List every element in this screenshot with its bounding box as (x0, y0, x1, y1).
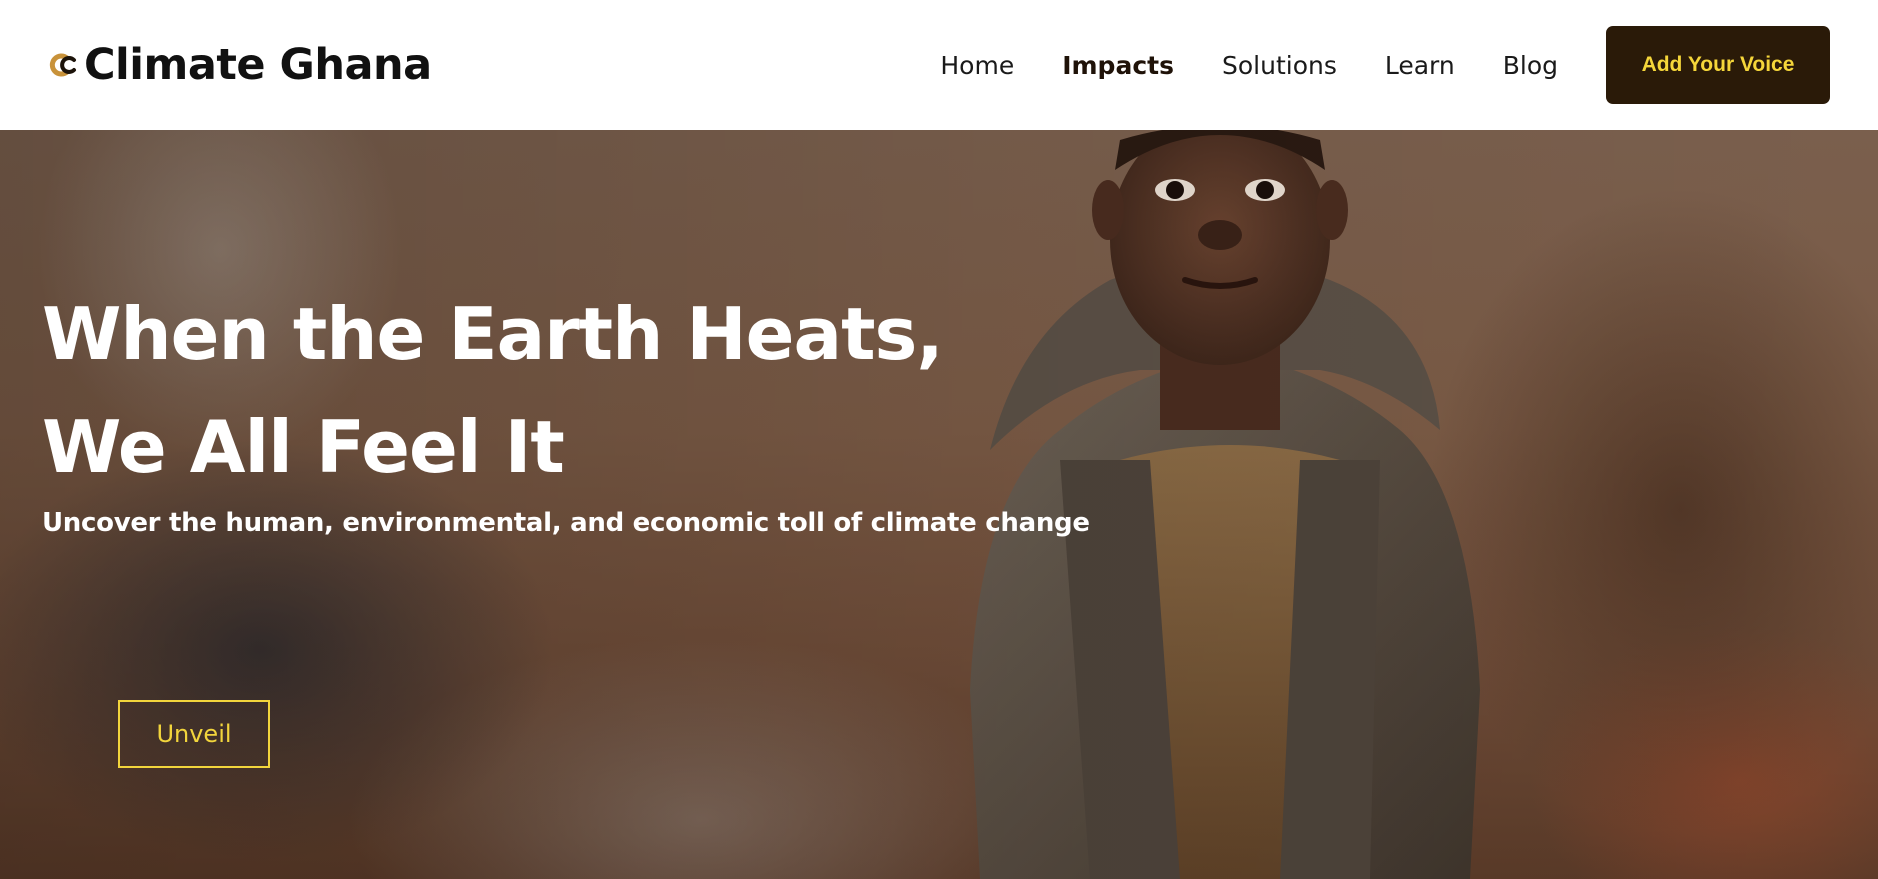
nav-item-blog[interactable]: Blog (1503, 51, 1558, 80)
hero-section: When the Earth Heats, We All Feel It Unc… (0, 130, 1878, 879)
add-your-voice-button[interactable]: Add Your Voice (1606, 26, 1830, 104)
hero-title-line-1: When the Earth Heats, (42, 292, 944, 376)
site-header: Climate Ghana Home Impacts Solutions Lea… (0, 0, 1878, 130)
nav-item-solutions[interactable]: Solutions (1222, 51, 1337, 80)
main-nav: Home Impacts Solutions Learn Blog Add Yo… (940, 26, 1830, 104)
nav-item-impacts[interactable]: Impacts (1062, 51, 1174, 80)
hero-subtitle: Uncover the human, environmental, and ec… (42, 508, 1090, 538)
cc-logo-icon (48, 50, 78, 80)
hero-title-line-2: We All Feel It (42, 405, 565, 489)
hero-content: When the Earth Heats, We All Feel It Unc… (42, 278, 1142, 538)
brand-name: Climate Ghana (84, 40, 432, 90)
nav-item-learn[interactable]: Learn (1385, 51, 1455, 80)
unveil-button[interactable]: Unveil (118, 700, 270, 768)
nav-item-home[interactable]: Home (940, 51, 1014, 80)
brand[interactable]: Climate Ghana (48, 40, 432, 90)
hero-title: When the Earth Heats, We All Feel It (42, 278, 1142, 504)
